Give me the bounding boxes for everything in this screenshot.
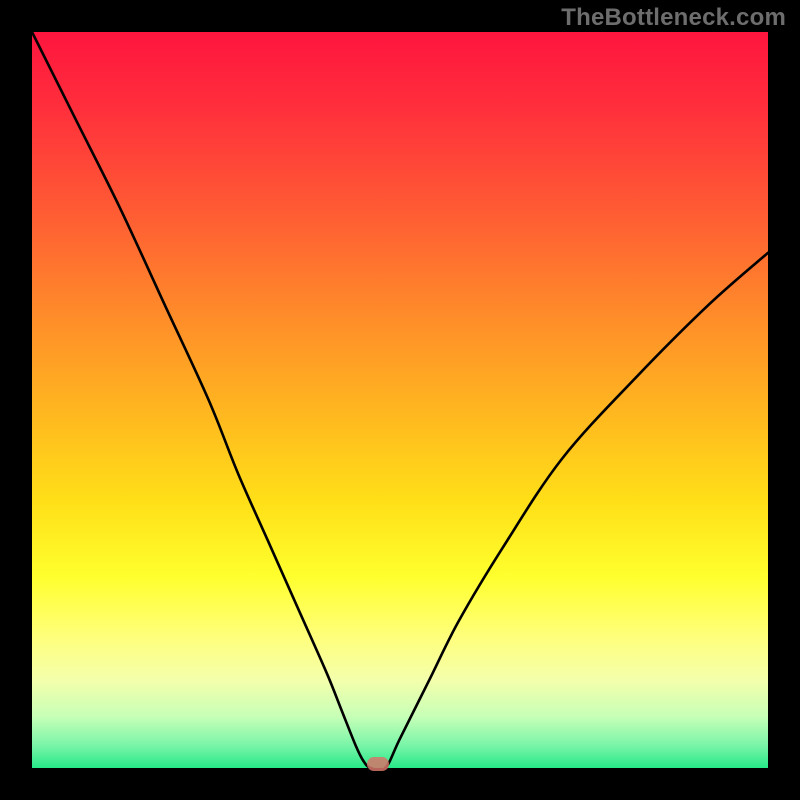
optimal-point-marker <box>367 757 389 771</box>
chart-frame: TheBottleneck.com <box>0 0 800 800</box>
watermark-text: TheBottleneck.com <box>561 4 786 32</box>
bottleneck-curve-path <box>32 32 768 770</box>
plot-area <box>32 32 768 768</box>
curve-svg <box>32 32 768 768</box>
